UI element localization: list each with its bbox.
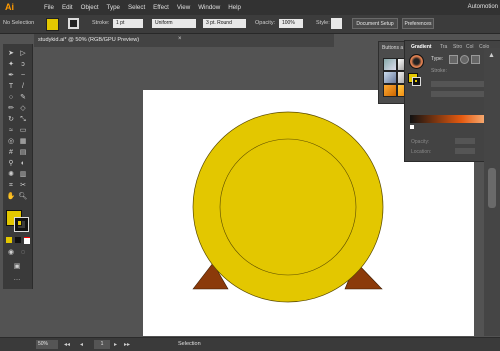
freeform-gradient-icon[interactable] <box>471 55 480 64</box>
next-artboard-icon[interactable]: ▸ <box>114 341 117 348</box>
graphic-style-swatch[interactable] <box>383 84 397 97</box>
graphic-style-swatch[interactable] <box>383 71 397 84</box>
gradient-stroke-label: Stroke: <box>431 68 447 74</box>
linear-gradient-icon[interactable] <box>449 55 458 64</box>
previous-artboard-icon[interactable]: ◂ <box>80 341 83 348</box>
tab-transparency[interactable]: Tra <box>440 44 447 50</box>
gradient-location-label: Location: <box>411 149 432 155</box>
scrollbar-thumb[interactable] <box>488 168 496 208</box>
first-artboard-icon[interactable]: ◂◂ <box>64 341 70 348</box>
radial-gradient-icon[interactable] <box>460 55 469 64</box>
gradient-opacity-label: Opacity: <box>411 139 430 145</box>
gradient-location-field[interactable] <box>455 148 475 154</box>
current-tool-status: Selection <box>178 341 201 347</box>
artboard-number-field[interactable]: 1 <box>94 340 110 349</box>
gradient-opacity-field[interactable] <box>455 138 475 144</box>
gradient-type-label: Type: <box>431 56 444 62</box>
scroll-up-icon[interactable]: ▲ <box>488 52 496 60</box>
tab-gradient[interactable]: Gradient <box>411 44 432 50</box>
tab-stroke[interactable]: Stro <box>453 44 462 50</box>
status-bar: 50% ◂◂ ◂ 1 ▸ ▸▸ Selection <box>0 337 500 351</box>
last-artboard-icon[interactable]: ▸▸ <box>124 341 130 348</box>
vertical-scrollbar[interactable]: ▲ <box>484 48 500 336</box>
graphic-style-swatch[interactable] <box>383 58 397 71</box>
zoom-dropdown[interactable]: 50% <box>36 340 58 349</box>
buttons-panel-title: Buttons a <box>382 45 404 51</box>
coin-outer-circle[interactable] <box>192 111 384 303</box>
gradient-stop-left[interactable] <box>410 125 414 129</box>
gradient-stroke-swatch[interactable] <box>412 77 421 86</box>
tab-color[interactable]: Col <box>466 44 474 50</box>
gradient-preview-icon[interactable] <box>409 54 424 69</box>
